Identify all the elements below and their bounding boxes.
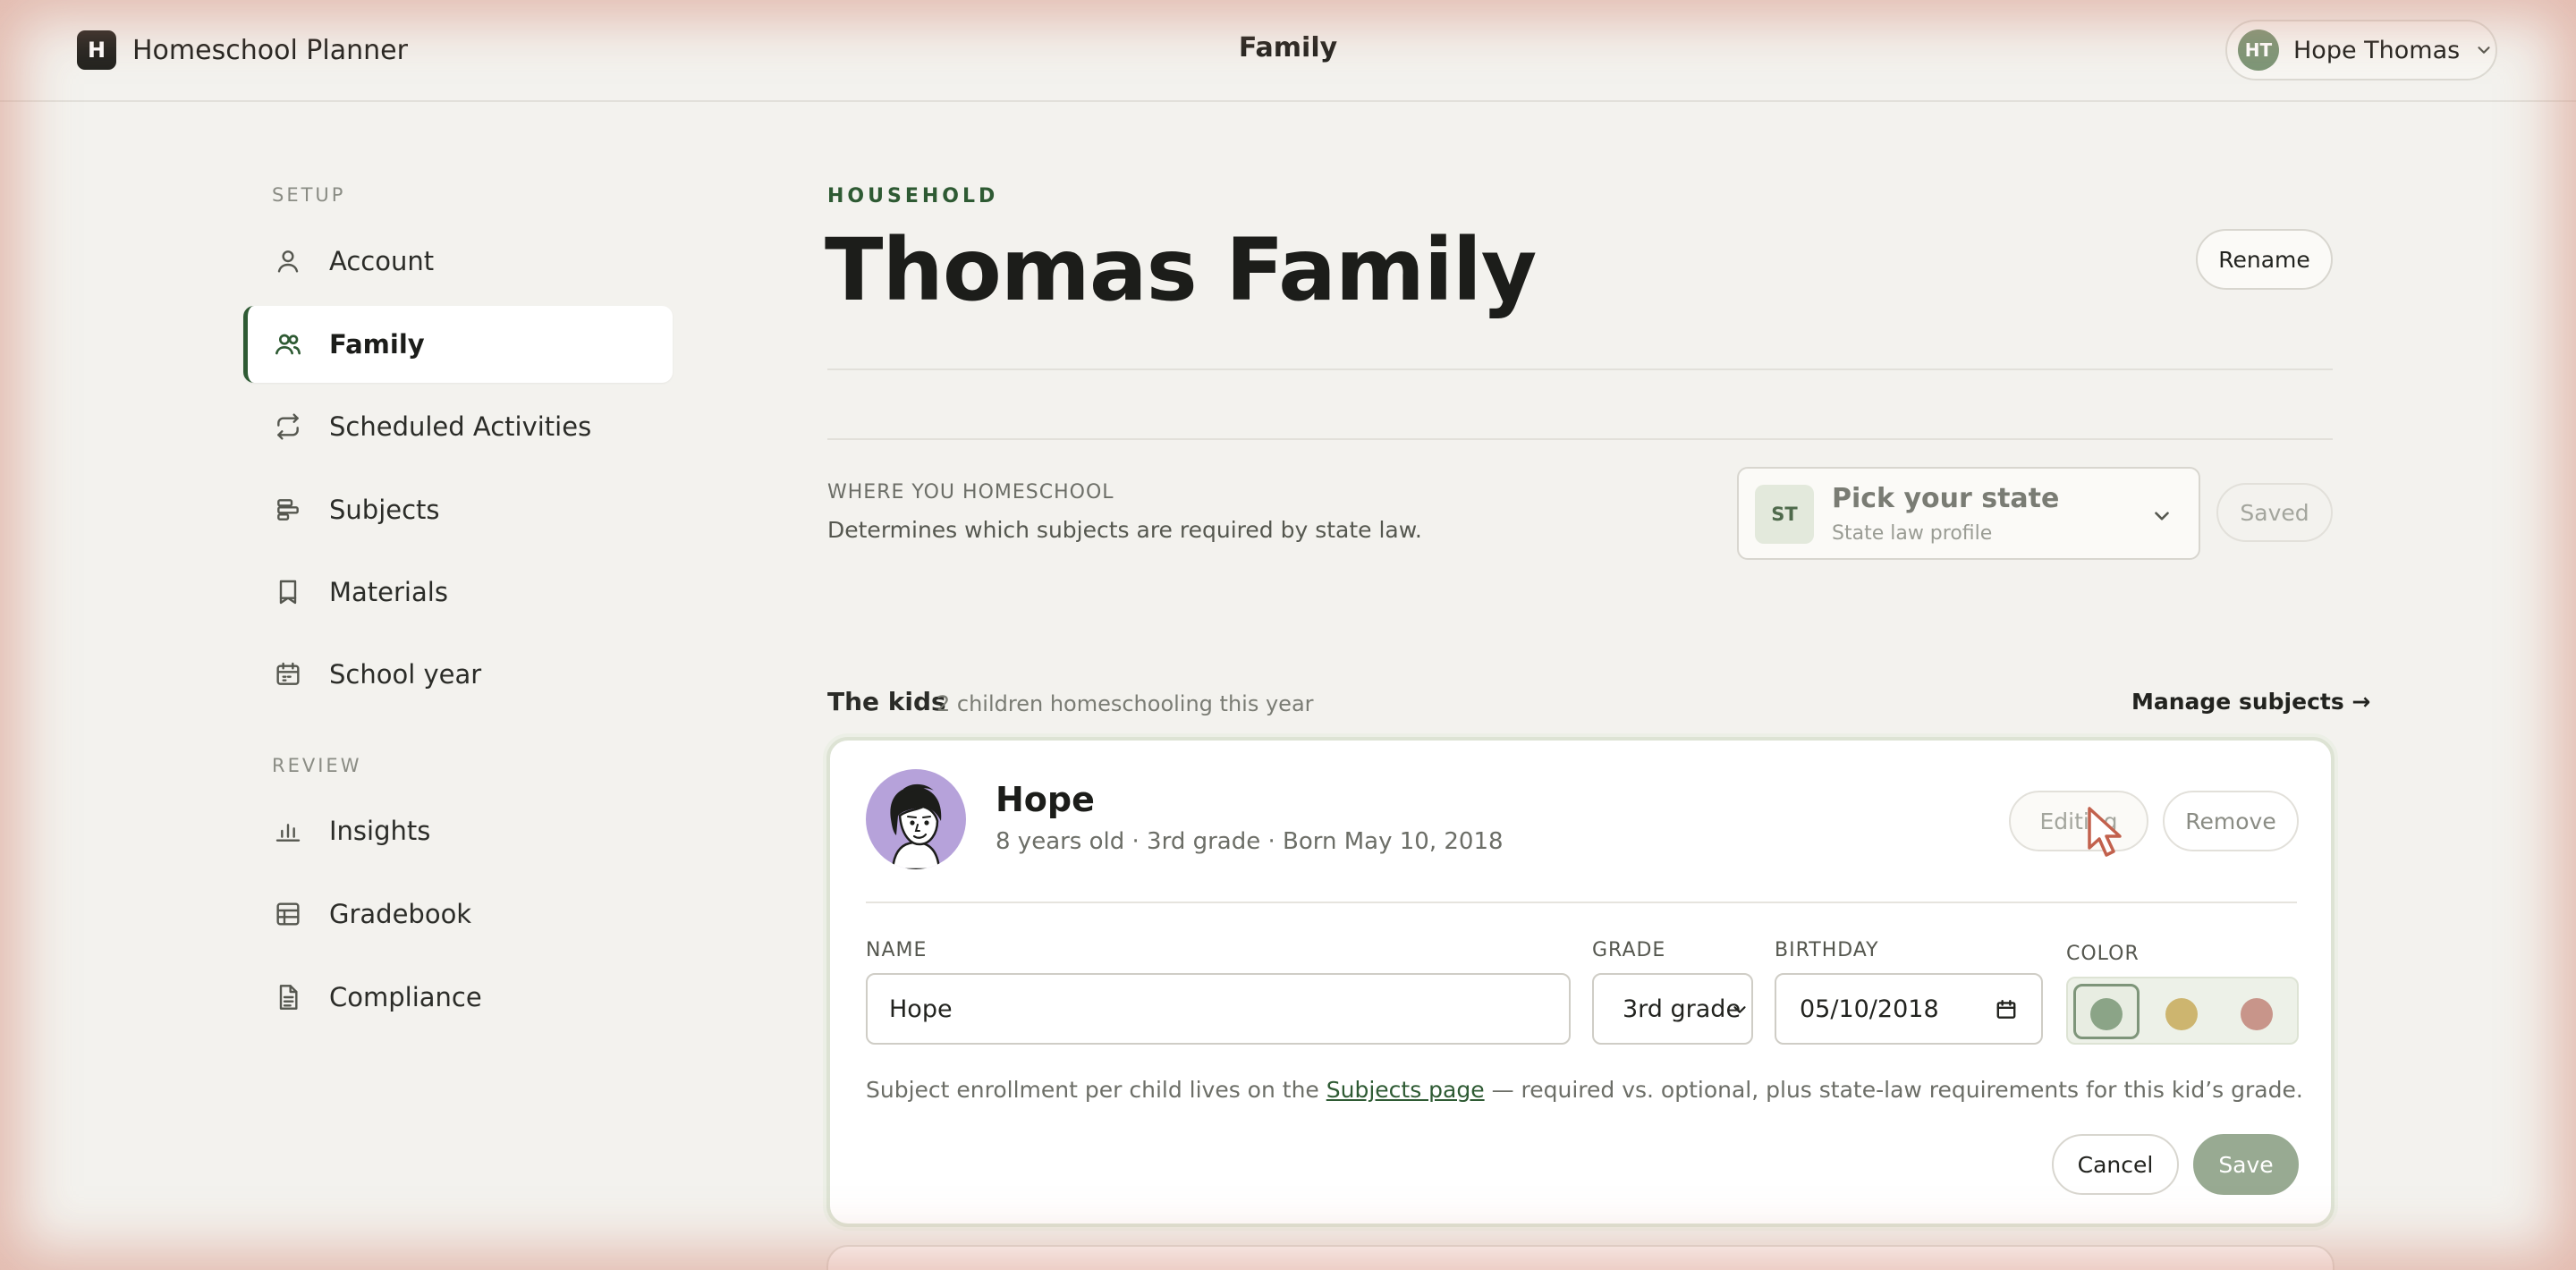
kid-name: Hope <box>996 780 1095 819</box>
sidebar-item-account[interactable]: Account <box>243 223 673 300</box>
name-field-label: NAME <box>866 939 928 961</box>
state-select-subtitle: State law profile <box>1832 522 1993 545</box>
saved-button[interactable]: Saved <box>2216 483 2333 542</box>
divider <box>827 438 2333 440</box>
subjects-page-link[interactable]: Subjects page <box>1326 1077 1485 1103</box>
calendar-icon[interactable] <box>1995 998 2018 1021</box>
page-title: Family <box>1238 32 1338 64</box>
sidebar-item-label: Materials <box>329 577 448 607</box>
color-swatch-mustard[interactable] <box>2165 998 2198 1030</box>
state-badge: ST <box>1755 485 1814 544</box>
name-field[interactable]: Hope <box>866 973 1571 1045</box>
color-picker <box>2066 977 2299 1045</box>
color-field-label: COLOR <box>2066 943 2140 965</box>
birthday-field-label: BIRTHDAY <box>1775 939 1879 961</box>
state-select[interactable]: ST Pick your state State law profile <box>1737 467 2200 560</box>
sidebar-item-label: Compliance <box>329 982 482 1012</box>
kid-avatar <box>866 769 966 869</box>
document-icon <box>279 985 298 1010</box>
sidebar-item-gradebook[interactable]: Gradebook <box>243 876 673 952</box>
sidebar-item-scheduled-activities[interactable]: Scheduled Activities <box>243 388 673 465</box>
sidebar-heading-setup: SETUP <box>272 184 346 206</box>
user-name: Hope Thomas <box>2293 36 2461 64</box>
cancel-button[interactable]: Cancel <box>2052 1134 2179 1195</box>
editing-button[interactable]: Editing <box>2009 791 2148 851</box>
color-swatch-sage[interactable] <box>2090 998 2123 1030</box>
rename-button[interactable]: Rename <box>2196 229 2333 290</box>
divider <box>866 902 2297 903</box>
sidebar-item-compliance[interactable]: Compliance <box>243 959 673 1036</box>
color-swatch-rose[interactable] <box>2241 998 2273 1030</box>
bar-chart-icon <box>275 824 301 842</box>
birthday-field[interactable]: 05/10/2018 <box>1775 973 2043 1045</box>
sidebar-item-label: Insights <box>329 816 431 846</box>
sidebar-item-label: School year <box>329 659 482 690</box>
sidebar-item-label: Gradebook <box>329 899 472 929</box>
hint-text-after: — required vs. optional, plus state-law … <box>1484 1077 2303 1103</box>
birthday-field-value: 05/10/2018 <box>1800 995 1939 1023</box>
section-eyebrow: HOUSEHOLD <box>827 185 999 207</box>
family-title: Thomas Family <box>825 220 1537 320</box>
state-select-title: Pick your state <box>1832 483 2060 514</box>
sidebar-heading-review: REVIEW <box>272 755 362 776</box>
app-name: Homeschool Planner <box>132 34 408 66</box>
divider <box>827 368 2333 370</box>
grade-field-label: GRADE <box>1592 939 1666 961</box>
where-description: Determines which subjects are required b… <box>827 517 1422 543</box>
sidebar-item-insights[interactable]: Insights <box>243 792 673 869</box>
name-field-value: Hope <box>889 995 953 1023</box>
avatar: HT <box>2238 30 2279 71</box>
kid-card <box>826 1245 2334 1270</box>
user-menu-button[interactable]: HT Hope Thomas <box>2225 20 2497 80</box>
subjects-icon <box>277 499 299 521</box>
table-icon <box>276 902 300 926</box>
kids-count: 2 children homeschooling this year <box>936 691 1314 716</box>
user-icon <box>277 250 299 273</box>
hint-text-before: Subject enrollment per child lives on th… <box>866 1077 1326 1103</box>
sidebar-item-subjects[interactable]: Subjects <box>243 471 673 548</box>
sidebar-item-school-year[interactable]: School year <box>243 636 673 713</box>
sidebar-item-label: Subjects <box>329 495 440 525</box>
chevron-down-icon <box>2155 512 2169 521</box>
chevron-down-icon <box>2478 47 2490 54</box>
sidebar-item-materials[interactable]: Materials <box>243 554 673 631</box>
app-logo: H <box>77 30 116 70</box>
remove-button[interactable]: Remove <box>2163 791 2299 851</box>
kids-title: The kids <box>827 687 946 716</box>
save-button[interactable]: Save <box>2193 1134 2299 1195</box>
grade-select-value: 3rd grade <box>1623 995 1741 1023</box>
enrollment-hint: Subject enrollment per child lives on th… <box>866 1077 2303 1103</box>
top-bar: H Homeschool Planner Family HT Hope Thom… <box>0 0 2576 102</box>
manage-subjects-link[interactable]: Manage subjects → <box>2131 689 2370 715</box>
sidebar-item-family[interactable]: Family <box>243 306 673 383</box>
brand[interactable]: H Homeschool Planner <box>77 30 408 70</box>
sidebar-item-label: Family <box>329 329 425 360</box>
sidebar-item-label: Scheduled Activities <box>329 411 592 442</box>
grade-select[interactable]: 3rd grade <box>1592 973 1753 1045</box>
calendar-icon <box>276 662 300 685</box>
sidebar-item-label: Account <box>329 246 435 276</box>
chevron-down-icon <box>1733 1006 1746 1013</box>
girl-illustration-icon <box>890 783 942 869</box>
bookmark-icon <box>279 580 297 605</box>
where-label: WHERE YOU HOMESCHOOL <box>827 481 1114 504</box>
mouse-cursor-icon <box>2088 807 2122 857</box>
repeat-icon <box>277 413 299 440</box>
kid-meta: 8 years old · 3rd grade · Born May 10, 2… <box>996 828 1504 855</box>
users-icon <box>275 334 301 355</box>
